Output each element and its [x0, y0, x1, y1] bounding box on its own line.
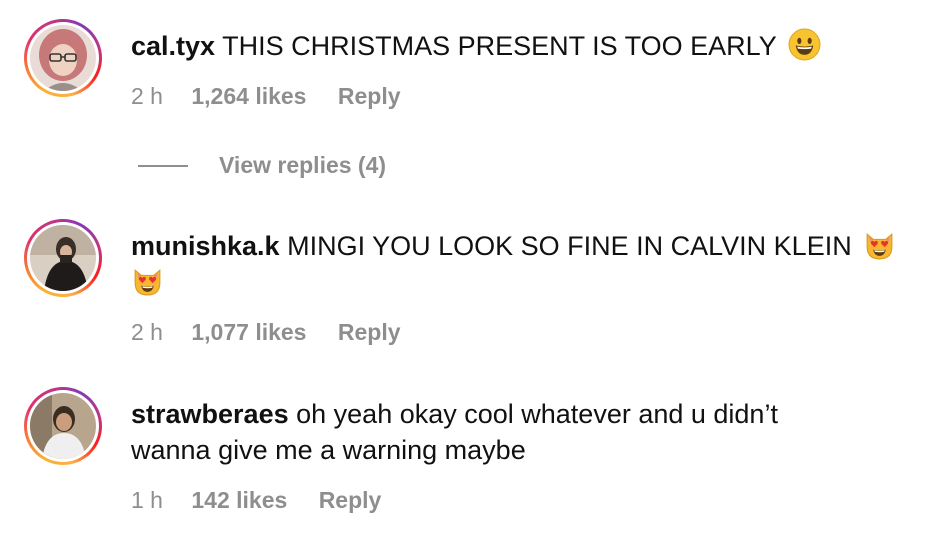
- comment-text: MINGI YOU LOOK SO FINE IN CALVIN KLEIN: [287, 231, 852, 261]
- avatar-story-ring[interactable]: [24, 19, 102, 97]
- view-replies-label[interactable]: View replies (4): [219, 150, 386, 180]
- comment-timestamp: 2 h: [131, 83, 163, 109]
- comment-likes[interactable]: 1,264 likes: [191, 82, 306, 110]
- smiling-cat-heart-eyes-icon: [131, 264, 164, 297]
- comment-username[interactable]: cal.tyx: [131, 31, 215, 61]
- comment-timestamp: 1 h: [131, 487, 163, 513]
- view-replies-divider: [138, 165, 188, 167]
- avatar-photo: [30, 25, 96, 91]
- comment-timestamp: 2 h: [131, 319, 163, 345]
- avatar[interactable]: [30, 25, 96, 91]
- reply-button[interactable]: Reply: [338, 318, 401, 346]
- comment-username[interactable]: strawberaes: [131, 399, 289, 429]
- comment-username[interactable]: munishka.k: [131, 231, 280, 261]
- comment-likes[interactable]: 1,077 likes: [191, 318, 306, 346]
- avatar-photo: [30, 225, 96, 291]
- comment-likes[interactable]: 142 likes: [191, 486, 287, 514]
- smiling-cat-heart-eyes-icon: [863, 228, 896, 261]
- avatar-story-ring[interactable]: [24, 219, 102, 297]
- avatar-photo: [30, 393, 96, 459]
- grinning-face-icon: [788, 28, 821, 61]
- reply-button[interactable]: Reply: [338, 82, 401, 110]
- avatar-story-ring[interactable]: [24, 387, 102, 465]
- avatar[interactable]: [30, 393, 96, 459]
- comment-text: THIS CHRISTMAS PRESENT IS TOO EARLY: [222, 31, 777, 61]
- avatar[interactable]: [30, 225, 96, 291]
- reply-button[interactable]: Reply: [319, 486, 382, 514]
